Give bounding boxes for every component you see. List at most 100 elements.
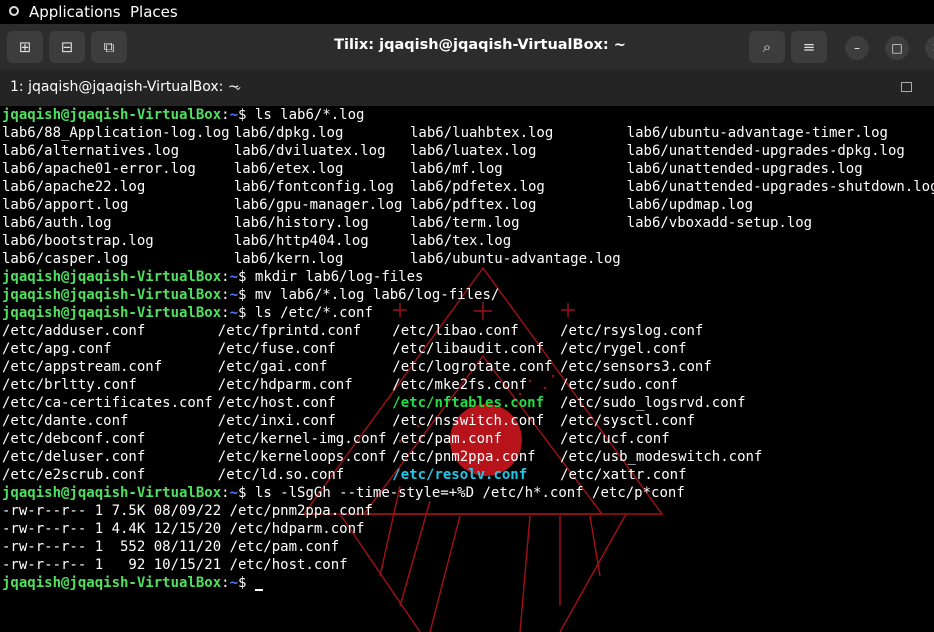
- file-entry: /etc/nftables.conf: [392, 395, 545, 411]
- prompt-path: ~: [229, 269, 239, 285]
- file-entry: lab6/pdfetex.log: [410, 179, 545, 195]
- file-entry: lab6/apache01-error.log: [2, 161, 196, 177]
- file-entry: /etc/pnm2ppa.conf: [392, 449, 536, 465]
- file-entry: /etc/apg.conf: [2, 341, 112, 357]
- file-entry: /etc/resolv.conf: [392, 467, 528, 483]
- output-text: -rw-r--r-- 1 552 08/11/20 /etc/pam.conf: [2, 539, 340, 555]
- file-entry: lab6/auth.log: [2, 215, 112, 231]
- file-entry: /etc/ld.so.conf: [217, 467, 345, 483]
- output-text: -rw-r--r-- 1 7.5K 08/09/22 /etc/pnm2ppa.…: [2, 503, 373, 519]
- file-entry: /etc/sysctl.conf: [560, 413, 695, 429]
- places-menu[interactable]: Places: [130, 3, 178, 21]
- file-entry: /etc/hdparm.conf: [217, 377, 353, 393]
- file-entry: /etc/libao.conf: [392, 323, 519, 339]
- file-entry: /etc/ucf.conf: [560, 431, 670, 447]
- prompt-separator: :: [221, 287, 230, 303]
- file-entry: lab6/tex.log: [410, 233, 512, 249]
- chevron-down-icon[interactable]: ⌄: [233, 79, 243, 93]
- file-entry: lab6/unattended-upgrades-shutdown.log: [626, 179, 934, 195]
- prompt-path: ~: [229, 287, 239, 303]
- file-entry: /etc/usb_modeswitch.conf: [560, 449, 763, 465]
- file-entry: /etc/nsswitch.conf: [392, 413, 545, 429]
- file-entry: /etc/dante.conf: [2, 413, 129, 429]
- file-entry: /etc/kernel-img.conf: [217, 431, 387, 447]
- file-entry: /etc/xattr.conf: [560, 467, 687, 483]
- prompt-separator: :: [221, 305, 230, 321]
- file-entry: /etc/host.conf: [217, 395, 336, 411]
- file-entry: /etc/ca-certificates.conf: [2, 395, 213, 411]
- file-entry: lab6/mf.log: [410, 161, 503, 177]
- maximize-terminal-icon[interactable]: [901, 82, 912, 92]
- file-entry: lab6/fontconfig.log: [233, 179, 394, 195]
- file-entry: /etc/libaudit.conf: [392, 341, 545, 357]
- file-entry: lab6/etex.log: [233, 161, 344, 177]
- file-entry: lab6/casper.log: [2, 251, 129, 267]
- prompt-path: ~: [229, 305, 239, 321]
- output-text: -rw-r--r-- 1 4.4K 12/15/20 /etc/hdparm.c…: [2, 521, 365, 537]
- prompt-path: ~: [229, 575, 239, 591]
- window-titlebar: ⊞ ⊟ ⧉ Tilix: jqaqish@jqaqish-VirtualBox:…: [0, 24, 934, 70]
- file-entry: lab6/gpu-manager.log: [233, 197, 403, 213]
- applications-menu[interactable]: Applications: [29, 3, 121, 21]
- file-entry: lab6/unattended-upgrades-dpkg.log: [626, 143, 905, 159]
- prompt-user: jqaqish@jqaqish-VirtualBox: [2, 305, 222, 321]
- file-entry: lab6/dviluatex.log: [233, 143, 386, 159]
- command-text: mkdir lab6/log-files: [254, 269, 424, 285]
- file-entry: lab6/bootstrap.log: [2, 233, 154, 249]
- minimize-icon[interactable]: –: [845, 36, 869, 60]
- file-entry: lab6/history.log: [233, 215, 369, 231]
- prompt-symbol: $: [238, 287, 255, 303]
- file-entry: /etc/adduser.conf: [2, 323, 146, 339]
- prompt-separator: :: [221, 269, 230, 285]
- prompt-symbol: $: [238, 575, 255, 591]
- command-text: mv lab6/*.log lab6/log-files/: [254, 287, 500, 303]
- menu-icon[interactable]: ≡: [791, 31, 827, 63]
- maximize-icon[interactable]: □: [885, 36, 909, 60]
- file-entry: lab6/alternatives.log: [2, 143, 180, 159]
- file-entry: /etc/fprintd.conf: [217, 323, 362, 339]
- file-entry: /etc/appstream.conf: [2, 359, 163, 375]
- file-entry: /etc/e2scrub.conf: [2, 467, 146, 483]
- command-text: ls -lSgGh --time-style=+%D /etc/h*.conf …: [254, 485, 685, 501]
- prompt-user: jqaqish@jqaqish-VirtualBox: [2, 287, 222, 303]
- file-entry: lab6/unattended-upgrades.log: [626, 161, 863, 177]
- prompt-user: jqaqish@jqaqish-VirtualBox: [2, 107, 222, 123]
- output-text: -rw-r--r-- 1 92 10/15/21 /etc/host.conf: [2, 557, 348, 573]
- file-entry: lab6/luahbtex.log: [410, 125, 554, 141]
- prompt-symbol: $: [238, 269, 255, 285]
- file-entry: lab6/vboxadd-setup.log: [626, 215, 813, 231]
- file-entry: lab6/pdftex.log: [410, 197, 537, 213]
- file-entry: lab6/luatex.log: [410, 143, 537, 159]
- file-entry: /etc/rygel.conf: [560, 341, 687, 357]
- file-entry: lab6/term.log: [410, 215, 520, 231]
- file-entry: lab6/ubuntu-advantage.log: [410, 251, 621, 267]
- file-entry: /etc/debconf.conf: [2, 431, 146, 447]
- file-entry: lab6/ubuntu-advantage-timer.log: [626, 125, 888, 141]
- file-entry: lab6/kern.log: [233, 251, 344, 267]
- file-entry: /etc/sensors3.conf: [560, 359, 712, 375]
- terminal-tab-title[interactable]: 1: jqaqish@jqaqish-VirtualBox: ~: [10, 79, 240, 95]
- file-entry: lab6/apache22.log: [2, 179, 146, 195]
- file-entry: /etc/mke2fs.conf: [392, 377, 528, 393]
- file-entry: lab6/88_Application-log.log: [2, 125, 230, 141]
- file-entry: lab6/apport.log: [2, 197, 129, 213]
- terminal-output[interactable]: jqaqish@jqaqish-VirtualBox: ~ $ ls lab6/*.…: [0, 106, 934, 632]
- file-entry: /etc/logrotate.conf: [392, 359, 553, 375]
- prompt-separator: :: [221, 107, 230, 123]
- prompt-path: ~: [229, 485, 239, 501]
- file-entry: /etc/deluser.conf: [2, 449, 146, 465]
- file-entry: lab6/updmap.log: [626, 197, 754, 213]
- applications-menu-icon[interactable]: [9, 6, 19, 16]
- prompt-path: ~: [229, 107, 239, 123]
- prompt-separator: :: [221, 485, 230, 501]
- file-entry: lab6/dpkg.log: [233, 125, 344, 141]
- file-entry: /etc/gai.conf: [217, 359, 328, 375]
- prompt-user: jqaqish@jqaqish-VirtualBox: [2, 485, 222, 501]
- prompt-user: jqaqish@jqaqish-VirtualBox: [2, 269, 222, 285]
- prompt-symbol: $: [238, 107, 255, 123]
- prompt-symbol: $: [238, 485, 255, 501]
- file-entry: /etc/sudo.conf: [560, 377, 679, 393]
- search-icon[interactable]: ⌕: [749, 31, 785, 63]
- file-entry: /etc/sudo_logsrvd.conf: [560, 395, 746, 411]
- file-entry: /etc/rsyslog.conf: [560, 323, 704, 339]
